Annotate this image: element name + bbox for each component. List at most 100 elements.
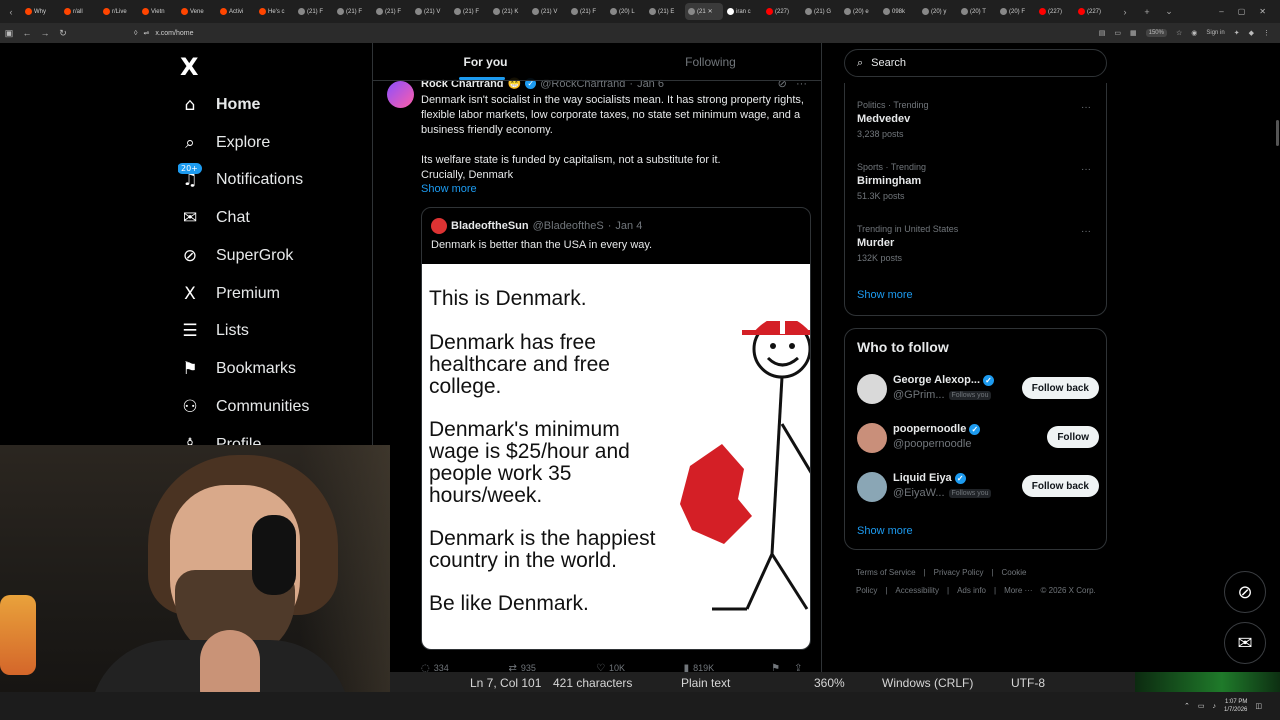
browser-tab[interactable]: (21) F <box>568 3 606 20</box>
footer-link[interactable]: Accessibility <box>895 586 939 595</box>
tab-for-you[interactable]: For you <box>373 43 598 80</box>
browser-tab[interactable]: He's c <box>256 3 294 20</box>
encoding-selector[interactable]: UTF-8 <box>1011 676 1045 690</box>
volume-icon[interactable]: ♪ <box>1213 703 1217 710</box>
quoted-post-image[interactable]: This is Denmark. Denmark has free health… <box>422 264 810 649</box>
browser-tab[interactable]: (20) L <box>607 3 645 20</box>
zoom-level[interactable]: 360% <box>814 676 845 690</box>
browser-tab[interactable]: Vene <box>178 3 216 20</box>
minimize-icon[interactable]: – <box>1219 7 1223 16</box>
footer-link[interactable]: Terms of Service <box>856 568 916 577</box>
tab-list-chevron-icon[interactable]: ⌄ <box>1158 6 1180 17</box>
back-icon[interactable]: ← <box>18 28 36 38</box>
follow-button[interactable]: Follow <box>1047 426 1099 448</box>
browser-tab[interactable]: (227) <box>1075 3 1113 20</box>
profile-icon[interactable]: ◉ <box>1191 29 1197 37</box>
suggestion-name[interactable]: Liquid Eiya <box>893 472 952 484</box>
translate-icon[interactable]: ▦ <box>1130 29 1137 37</box>
browser-tab[interactable]: r/all <box>61 3 99 20</box>
network-icon[interactable]: ▭ <box>1198 702 1205 710</box>
nav-item-profile[interactable]: ♙ Profile <box>180 431 261 445</box>
follow-button[interactable]: Follow back <box>1021 475 1099 497</box>
nav-item-bookmarks[interactable]: ⚑ Bookmarks <box>180 355 296 383</box>
sign-in-link[interactable]: Sign in <box>1206 30 1224 36</box>
trend-more-icon[interactable]: ··· <box>1081 102 1091 113</box>
nav-item-explore[interactable]: ⌕ Explore <box>180 129 270 157</box>
sidebar-toggle-icon[interactable]: ▣ <box>0 28 18 39</box>
extensions-icon[interactable]: ✦ <box>1234 29 1240 37</box>
messages-fab-button[interactable]: ✉ <box>1224 622 1266 664</box>
post-author-avatar[interactable] <box>387 81 414 108</box>
suggestion-name[interactable]: poopernoodle <box>893 423 966 435</box>
nav-item-chat[interactable]: ✉ Chat <box>180 204 250 232</box>
nav-item-communities[interactable]: ⚇ Communities <box>180 393 309 421</box>
trend-item[interactable]: Politics · Trending Medvedev 3,238 posts <box>857 100 929 139</box>
collections-icon[interactable]: ◆ <box>1249 29 1254 37</box>
tray-chevron-icon[interactable]: ⌃ <box>1184 702 1190 710</box>
follow-button[interactable]: Follow back <box>1021 377 1099 399</box>
search-input[interactable]: ⌕ Search <box>844 49 1107 77</box>
quoted-post[interactable]: BladeoftheSun @BladeoftheS · Jan 4 Denma… <box>421 207 811 650</box>
who-to-follow-show-more-link[interactable]: Show more <box>857 525 913 537</box>
screenshot-icon[interactable]: ▭ <box>1114 29 1121 37</box>
browser-tab[interactable]: (21) F <box>334 3 372 20</box>
browser-tab[interactable]: (21) G <box>802 3 840 20</box>
browser-tab[interactable]: Vietn <box>139 3 177 20</box>
nav-item-supergrok[interactable]: ⊘ SuperGrok <box>180 242 294 270</box>
menu-icon[interactable]: ⋮ <box>1263 29 1270 37</box>
browser-tab[interactable]: iran c <box>724 3 762 20</box>
reader-icon[interactable]: ▤ <box>1099 29 1106 37</box>
show-more-link[interactable]: Show more <box>421 183 477 195</box>
footer-link[interactable]: More ··· <box>1004 586 1032 595</box>
reload-icon[interactable]: ↻ <box>54 28 72 39</box>
browser-tab[interactable]: (227) <box>1036 3 1074 20</box>
forward-icon[interactable]: → <box>36 28 54 38</box>
nav-item-lists[interactable]: ☰ Lists <box>180 317 249 345</box>
browser-tab[interactable]: (20) e <box>841 3 879 20</box>
format-selector[interactable]: Plain text <box>681 676 730 690</box>
avatar[interactable] <box>857 472 887 502</box>
site-info-icon[interactable]: ⇌ <box>143 29 149 37</box>
tab-following[interactable]: Following <box>598 43 821 80</box>
browser-tab[interactable]: (21) F <box>295 3 333 20</box>
tab-close-icon[interactable]: ✕ <box>708 8 713 15</box>
browser-tab[interactable]: Activi <box>217 3 255 20</box>
tab-scroll-right-icon[interactable]: › <box>1114 7 1136 17</box>
browser-tab[interactable]: (21) E <box>646 3 684 20</box>
suggestion-name[interactable]: George Alexop... <box>893 374 980 386</box>
browser-tab[interactable]: Why <box>22 3 60 20</box>
browser-tab[interactable]: (20) F <box>997 3 1035 20</box>
trend-more-icon[interactable]: ··· <box>1081 164 1091 175</box>
nav-item-home[interactable]: ⌂ Home <box>180 91 261 119</box>
nav-item-premium[interactable]: X Premium <box>180 280 280 308</box>
follow-suggestion[interactable]: George Alexop... ✓ @GPrim... Follows you Fol… <box>857 374 1099 408</box>
browser-tab[interactable]: r/Live <box>100 3 138 20</box>
close-icon[interactable]: ✕ <box>1259 7 1266 16</box>
follow-suggestion[interactable]: Liquid Eiya ✓ @EiyaW... Follows you Follow b… <box>857 472 1099 506</box>
line-ending-selector[interactable]: Windows (CRLF) <box>882 676 973 690</box>
favorite-star-icon[interactable]: ☆ <box>1176 29 1182 37</box>
browser-tab[interactable]: (21) F <box>373 3 411 20</box>
browser-tab[interactable]: (21) K <box>490 3 528 20</box>
zoom-indicator[interactable]: 150% <box>1145 29 1167 37</box>
footer-link[interactable]: © 2026 X Corp. <box>1041 586 1096 595</box>
url-text[interactable]: x.com/home <box>155 30 193 37</box>
follow-suggestion[interactable]: poopernoodle ✓ @poopernoodle Follow <box>857 423 1099 457</box>
browser-tab[interactable]: (227) <box>763 3 801 20</box>
tab-scroll-left-icon[interactable]: ‹ <box>0 7 22 17</box>
browser-tab[interactable]: (21) F <box>451 3 489 20</box>
nav-item-notifications[interactable]: ♫ 20+ Notifications <box>178 163 303 194</box>
browser-tab[interactable]: (20) y <box>919 3 957 20</box>
avatar[interactable] <box>857 423 887 453</box>
trends-show-more-link[interactable]: Show more <box>857 289 913 301</box>
new-tab-icon[interactable]: + <box>1136 7 1158 17</box>
trend-more-icon[interactable]: ··· <box>1081 226 1091 237</box>
grok-fab-button[interactable]: ⊘ <box>1224 571 1266 613</box>
browser-tab[interactable]: (21) V <box>529 3 567 20</box>
address-bar[interactable]: ◊ ⇌ x.com/home <box>134 26 1094 40</box>
browser-tab[interactable]: (20) T <box>958 3 996 20</box>
footer-link[interactable]: Privacy Policy <box>934 568 984 577</box>
page-scrollbar[interactable] <box>1276 120 1279 146</box>
notification-icon[interactable]: ◫ <box>1255 702 1262 710</box>
trend-item[interactable]: Sports · Trending Birmingham 51.3K posts <box>857 162 926 201</box>
